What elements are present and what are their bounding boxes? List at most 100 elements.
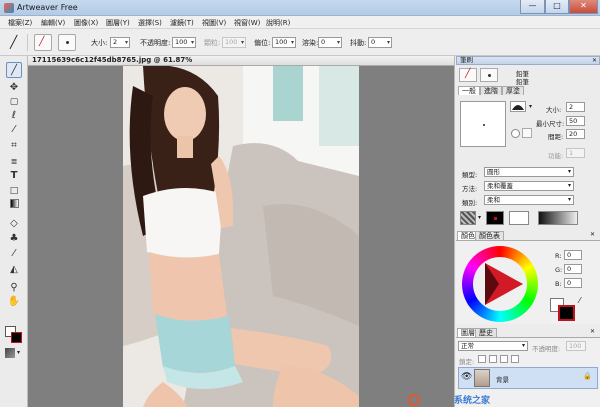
tab-advanced[interactable]: 進階 bbox=[480, 86, 502, 95]
document-image[interactable] bbox=[123, 66, 359, 407]
brush-size-field[interactable]: 2 bbox=[566, 102, 585, 112]
method-select[interactable]: 柔和覆蓋 ▾ bbox=[484, 181, 574, 191]
opacity-label: 不透明度: bbox=[140, 39, 171, 47]
type-select[interactable]: 圓形 ▾ bbox=[484, 167, 574, 177]
foreground-color-swatch[interactable] bbox=[11, 332, 22, 343]
b-field[interactable]: 0 bbox=[564, 278, 582, 288]
menu-help[interactable]: 說明(R) bbox=[266, 18, 290, 28]
brush-type-button[interactable]: ╱ bbox=[459, 68, 477, 82]
tab-impasto[interactable]: 厚塗 bbox=[502, 86, 524, 95]
lock-transparency-checkbox[interactable] bbox=[478, 355, 486, 363]
eyedropper-icon[interactable]: ⁄ bbox=[6, 246, 22, 262]
chevron-down-icon: ▾ bbox=[124, 39, 128, 46]
r-field[interactable]: 0 bbox=[564, 250, 582, 260]
lock-all-checkbox[interactable] bbox=[511, 355, 519, 363]
tab-general[interactable]: 一般 bbox=[458, 86, 480, 95]
size-label: 大小: bbox=[546, 106, 562, 114]
close-icon[interactable]: ✕ bbox=[590, 328, 595, 335]
shape-icon[interactable]: □ bbox=[6, 183, 22, 199]
document-title: 17115639c6c12f45db8765.jpg @ 61.87% bbox=[32, 56, 193, 64]
mix-label: 溶染: bbox=[302, 39, 319, 47]
grain-label: 顆粒: bbox=[204, 39, 221, 47]
menu-layer[interactable]: 圖層(Y) bbox=[106, 18, 130, 28]
min-size-field[interactable]: 50 bbox=[566, 116, 585, 126]
category-select[interactable]: 柔和 ▾ bbox=[484, 195, 574, 205]
pencil-tool-icon[interactable]: ╱ bbox=[6, 62, 22, 78]
lock-pixels-checkbox[interactable] bbox=[489, 355, 497, 363]
clone-icon[interactable]: ♣ bbox=[6, 231, 22, 247]
jitter-field[interactable]: 0 ▾ bbox=[368, 37, 392, 48]
close-icon[interactable]: ✕ bbox=[590, 231, 595, 238]
close-button[interactable]: ✕ bbox=[569, 0, 598, 14]
blend-mode-select[interactable]: 正常 ▾ bbox=[458, 341, 528, 351]
opacity-field[interactable]: 100 ▾ bbox=[172, 37, 196, 48]
brush-preset-button[interactable]: ╱ bbox=[34, 34, 52, 51]
brush-profile-button[interactable] bbox=[510, 101, 526, 112]
watermark-logo-icon bbox=[408, 394, 420, 406]
chevron-down-icon[interactable]: ▾ bbox=[529, 103, 532, 110]
pattern-button[interactable] bbox=[486, 211, 504, 225]
chevron-down-icon: ▾ bbox=[567, 196, 571, 203]
pressure-toggle-icon[interactable] bbox=[511, 129, 520, 138]
layer-opacity-label: 不透明度: bbox=[532, 345, 561, 353]
lock-position-checkbox[interactable] bbox=[500, 355, 508, 363]
layer-thumbnail bbox=[474, 369, 490, 387]
document-tab[interactable]: 17115639c6c12f45db8765.jpg @ 61.87% bbox=[28, 56, 454, 66]
dot-icon bbox=[488, 74, 491, 77]
brush-shape-button[interactable] bbox=[58, 34, 76, 51]
menu-file[interactable]: 檔案(Z) bbox=[8, 18, 32, 28]
jitter-label: 抖動: bbox=[350, 39, 367, 47]
menu-filter[interactable]: 濾鏡(T) bbox=[170, 18, 194, 28]
gradient-icon[interactable] bbox=[6, 198, 22, 214]
offset-field[interactable]: 100 ▾ bbox=[272, 37, 296, 48]
size-label: 大小: bbox=[91, 39, 108, 47]
eraser-icon[interactable]: ◇ bbox=[6, 216, 22, 232]
hand-icon[interactable]: ✋ bbox=[6, 294, 22, 310]
spacing-field[interactable]: 20 bbox=[566, 129, 585, 139]
g-label: G: bbox=[555, 266, 563, 274]
text-icon[interactable]: T bbox=[6, 168, 22, 184]
menu-view[interactable]: 視圖(V) bbox=[202, 18, 226, 28]
texture-button[interactable] bbox=[460, 211, 476, 225]
layer-opacity-field[interactable]: 100 bbox=[566, 341, 586, 351]
crop-icon[interactable]: ⌗ bbox=[6, 138, 22, 154]
quick-mask-icon[interactable] bbox=[5, 348, 15, 358]
app-logo-icon bbox=[4, 3, 14, 13]
function-field[interactable]: 1 bbox=[566, 148, 585, 158]
spacing-label: 間距: bbox=[548, 133, 564, 141]
chevron-down-icon: ▾ bbox=[521, 342, 525, 349]
menu-window[interactable]: 視窗(W) bbox=[234, 18, 260, 28]
pencil-icon[interactable]: ╱ bbox=[10, 35, 17, 49]
maximize-button[interactable]: □ bbox=[545, 0, 569, 14]
brush-variant-button[interactable] bbox=[480, 68, 498, 82]
g-field[interactable]: 0 bbox=[564, 264, 582, 274]
grain-field[interactable]: 100 ▾ bbox=[222, 37, 246, 48]
menu-select[interactable]: 選擇(S) bbox=[138, 18, 162, 28]
curve-icon bbox=[512, 105, 524, 110]
type-label: 類型: bbox=[462, 171, 478, 179]
chevron-down-icon[interactable]: ▾ bbox=[17, 349, 20, 356]
layer-name: 背景 bbox=[496, 376, 509, 384]
fill-icon[interactable]: ◭ bbox=[6, 262, 22, 278]
mix-field[interactable]: 0 ▾ bbox=[318, 37, 342, 48]
grain-value: 100 bbox=[225, 38, 238, 46]
eyedropper-icon[interactable]: ⁄ bbox=[579, 296, 580, 305]
color-triangle[interactable] bbox=[473, 257, 527, 311]
primary-color-swatch[interactable] bbox=[558, 305, 575, 321]
method-value: 柔和覆蓋 bbox=[487, 182, 513, 190]
chevron-down-icon[interactable]: ▾ bbox=[478, 214, 481, 221]
tab-history[interactable]: 歷史 bbox=[475, 328, 497, 337]
minimize-button[interactable]: — bbox=[520, 0, 545, 14]
tab-color-table[interactable]: 顏色表 bbox=[475, 231, 504, 240]
close-icon[interactable]: ✕ bbox=[592, 57, 597, 64]
menu-image[interactable]: 圖像(X) bbox=[74, 18, 98, 28]
size-field[interactable]: 2 ▾ bbox=[110, 37, 130, 48]
tablet-icon[interactable] bbox=[522, 128, 532, 138]
offset-value: 100 bbox=[275, 38, 288, 46]
eye-icon[interactable]: 👁 bbox=[461, 372, 472, 382]
gradient-preview[interactable] bbox=[538, 211, 578, 225]
mix-value: 0 bbox=[321, 38, 326, 46]
menu-edit[interactable]: 編輯(V) bbox=[41, 18, 65, 28]
magic-wand-icon[interactable]: ⁄ bbox=[6, 122, 22, 138]
grain-button[interactable] bbox=[509, 211, 529, 225]
